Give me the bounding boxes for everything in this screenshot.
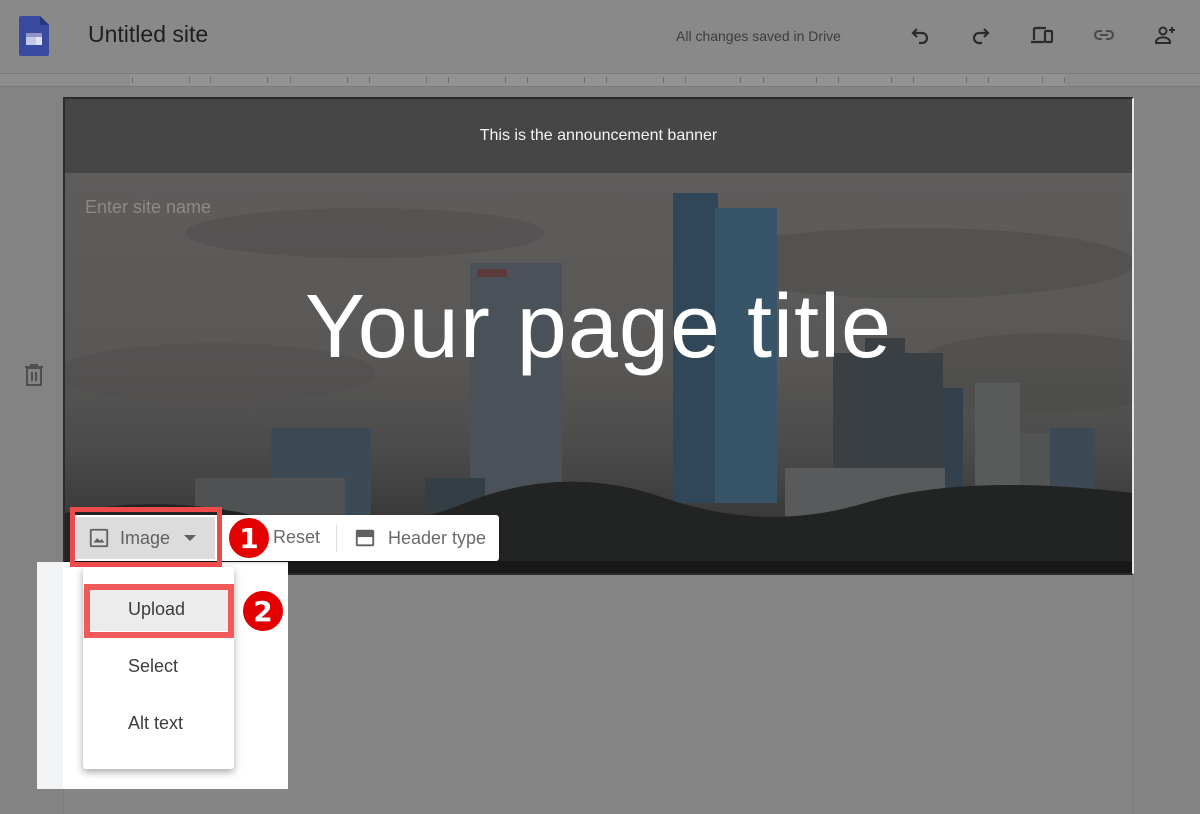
header-section[interactable]: This is the announcement banner Enter si… [63, 97, 1134, 575]
share-button[interactable] [1150, 20, 1180, 50]
reset-button[interactable]: Reset [273, 527, 320, 548]
step2-badge: 2 [240, 588, 286, 634]
header-type-button[interactable]: Header type [354, 515, 486, 561]
step1-badge: 1 [226, 515, 272, 561]
toolbar-divider [336, 524, 337, 552]
announcement-banner[interactable]: This is the announcement banner [65, 99, 1132, 173]
page-title[interactable]: Your page title [65, 277, 1132, 377]
header-toolbar: Image Reset Header type [72, 515, 499, 561]
image-menu: Upload Select Alt text [83, 567, 234, 769]
devices-icon [1031, 26, 1054, 44]
redo-icon [972, 28, 990, 45]
app-bar: Untitled site All changes saved in Drive [0, 0, 1200, 73]
site-name-input[interactable]: Enter site name [85, 197, 211, 218]
link-icon [1094, 30, 1114, 40]
header-type-label: Header type [388, 527, 487, 548]
trash-icon[interactable] [22, 362, 46, 388]
save-status: All changes saved in Drive [676, 28, 841, 44]
menu-item-upload[interactable]: Upload [83, 587, 234, 631]
ruler [0, 73, 1200, 87]
undo-button[interactable] [905, 20, 935, 50]
site-title[interactable]: Untitled site [88, 21, 208, 48]
menu-backdrop-edge [37, 562, 63, 789]
image-icon [89, 528, 109, 548]
image-button-label: Image [120, 527, 171, 548]
copy-link-button[interactable] [1089, 20, 1119, 50]
preview-button[interactable] [1027, 20, 1057, 50]
chevron-down-icon [184, 535, 197, 541]
redo-button[interactable] [966, 20, 996, 50]
header-type-icon [355, 529, 375, 547]
menu-item-alt-text[interactable]: Alt text [83, 701, 234, 745]
menu-item-select[interactable]: Select [83, 644, 234, 688]
add-person-icon [1155, 26, 1175, 44]
image-dropdown-button[interactable]: Image [76, 517, 215, 559]
undo-icon [911, 28, 929, 45]
google-sites-logo-icon[interactable] [19, 16, 49, 56]
